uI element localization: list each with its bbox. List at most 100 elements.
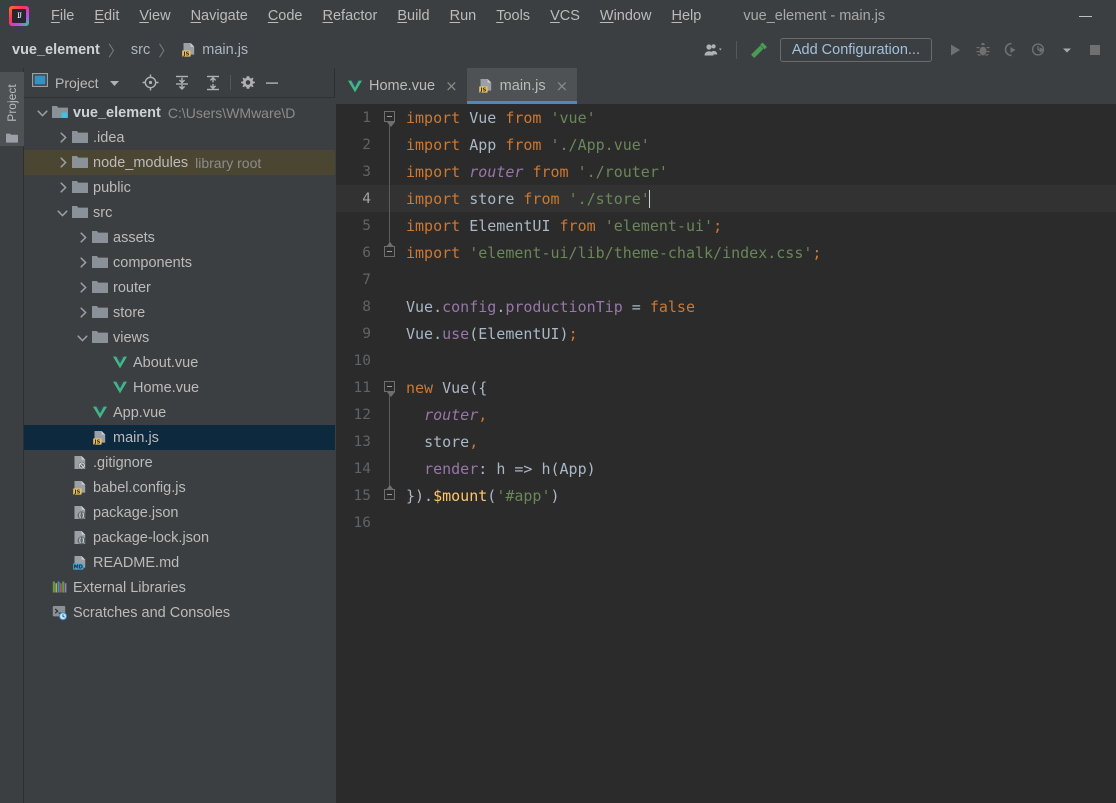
fold-marker-icon[interactable] [380, 212, 400, 239]
profile-icon[interactable] [1026, 37, 1052, 63]
tree-node-external-libraries[interactable]: External Libraries [24, 575, 335, 600]
folder-icon [92, 330, 108, 346]
tree-node-views[interactable]: views [24, 325, 335, 350]
tree-node-home-vue[interactable]: Home.vue [24, 375, 335, 400]
menu-item-run[interactable]: Run [440, 4, 487, 28]
tree-node-babel-config-js[interactable]: JS babel.config.js [24, 475, 335, 500]
line-number: 10 [353, 352, 371, 369]
editor-tab-home-vue[interactable]: Home.vue × [336, 68, 467, 104]
menu-item-edit[interactable]: Edit [84, 4, 129, 28]
tree-node-about-vue[interactable]: About.vue [24, 350, 335, 375]
fold-marker-icon[interactable] [380, 239, 400, 266]
tree-node-src[interactable]: src [24, 200, 335, 225]
run-icon[interactable] [942, 37, 968, 63]
gutter-spacer [380, 509, 400, 536]
chevron-right-icon[interactable] [76, 256, 89, 269]
tree-node--idea[interactable]: .idea [24, 125, 335, 150]
project-tool-window: Project vue_element C:\Users\WMware\D .i… [24, 68, 335, 803]
fold-marker-icon[interactable] [380, 428, 400, 455]
locate-icon[interactable] [139, 71, 163, 95]
project-tree[interactable]: vue_element C:\Users\WMware\D .idea node_mo… [24, 98, 335, 803]
tree-node-main-js[interactable]: JS main.js [24, 425, 335, 450]
svg-text:JS: JS [183, 51, 190, 57]
breadcrumb-item-vue-element[interactable]: vue_element [12, 42, 100, 58]
chevron-right-icon[interactable] [56, 156, 69, 169]
external-libraries-icon [52, 580, 68, 596]
build-hammer-icon[interactable] [746, 37, 772, 63]
scratches-icon [52, 605, 68, 621]
close-icon[interactable]: × [445, 78, 458, 94]
chevron-right-icon[interactable] [76, 231, 89, 244]
chevron-right-icon[interactable] [56, 131, 69, 144]
chevron-down-icon[interactable] [103, 71, 127, 95]
code-line: 6 import 'element-ui/lib/theme-chalk/inde… [336, 239, 1116, 266]
code-line: 15}).$mount('#app') [336, 482, 1116, 509]
chevron-right-icon[interactable] [56, 181, 69, 194]
tree-node-label: views [113, 329, 150, 346]
chevron-down-icon[interactable] [56, 206, 69, 219]
collapse-all-icon[interactable] [201, 71, 225, 95]
fold-marker-icon[interactable] [380, 374, 400, 401]
menu-item-vcs[interactable]: VCS [540, 4, 590, 28]
gutter-spacer [380, 320, 400, 347]
hide-icon[interactable] [260, 71, 284, 95]
tree-node-package-lock-json[interactable]: package-lock.json [24, 525, 335, 550]
tree-node--gitignore[interactable]: .gitignore [24, 450, 335, 475]
folder-icon [72, 130, 88, 146]
add-configuration-button[interactable]: Add Configuration... [779, 38, 932, 62]
menu-item-file[interactable]: File [41, 4, 84, 28]
code-text: }).$mount('#app') [406, 486, 560, 505]
close-icon[interactable]: × [556, 78, 569, 94]
fold-marker-icon[interactable] [380, 104, 400, 131]
fold-marker-icon[interactable] [380, 401, 400, 428]
menu-item-view[interactable]: View [129, 4, 180, 28]
expand-all-icon[interactable] [170, 71, 194, 95]
tree-node-app-vue[interactable]: App.vue [24, 400, 335, 425]
chevron-down-icon[interactable] [36, 106, 49, 119]
tree-node-package-json[interactable]: package.json [24, 500, 335, 525]
tool-window-button-project[interactable]: Project [0, 72, 24, 146]
vue-file-icon [347, 79, 363, 93]
tree-node-node-modules[interactable]: node_modules library root [24, 150, 335, 175]
run-with-coverage-icon[interactable] [998, 37, 1024, 63]
tree-node-router[interactable]: router [24, 275, 335, 300]
editor-tab-main-js[interactable]: JS main.js × [466, 68, 578, 104]
gear-icon[interactable] [236, 71, 260, 95]
editor-tab-label: Home.vue [369, 78, 436, 94]
fold-marker-icon[interactable] [380, 158, 400, 185]
dropdown-arrow-icon[interactable] [1054, 37, 1080, 63]
user-settings-icon[interactable] [701, 37, 727, 63]
tree-node-readme-md[interactable]: MD README.md [24, 550, 335, 575]
fold-marker-icon[interactable] [380, 455, 400, 482]
menu-item-help[interactable]: Help [661, 4, 711, 28]
menu-item-navigate[interactable]: Navigate [181, 4, 258, 28]
tree-node-store[interactable]: store [24, 300, 335, 325]
breadcrumb-item-main-js[interactable]: main.js [202, 42, 248, 58]
chevron-right-icon[interactable] [76, 281, 89, 294]
fold-marker-icon[interactable] [380, 482, 400, 509]
editor-tab-bar: Home.vue × JS main.js × [336, 68, 1116, 104]
tree-node-public[interactable]: public [24, 175, 335, 200]
menu-item-refactor[interactable]: Refactor [313, 4, 388, 28]
menu-item-build[interactable]: Build [387, 4, 439, 28]
minimize-button[interactable] [1068, 0, 1102, 32]
fold-marker-icon[interactable] [380, 185, 400, 212]
left-tool-stripe: Project [0, 68, 24, 803]
menu-item-code[interactable]: Code [258, 4, 313, 28]
tree-node-assets[interactable]: assets [24, 225, 335, 250]
tree-node-components[interactable]: components [24, 250, 335, 275]
debug-icon[interactable] [970, 37, 996, 63]
breadcrumb-item-src[interactable]: src [131, 42, 150, 58]
tree-node-vue-element[interactable]: vue_element C:\Users\WMware\D [24, 100, 335, 125]
menu-item-tools[interactable]: Tools [486, 4, 540, 28]
stop-icon[interactable] [1082, 37, 1108, 63]
tree-node-scratches-and-consoles[interactable]: Scratches and Consoles [24, 600, 335, 625]
chevron-right-icon[interactable] [76, 306, 89, 319]
fold-marker-icon[interactable] [380, 131, 400, 158]
line-number: 8 [362, 298, 371, 315]
chevron-down-icon[interactable] [76, 331, 89, 344]
code-editor[interactable]: 1 import Vue from 'vue' 2 import App from '… [336, 104, 1116, 803]
menu-item-window[interactable]: Window [590, 4, 662, 28]
